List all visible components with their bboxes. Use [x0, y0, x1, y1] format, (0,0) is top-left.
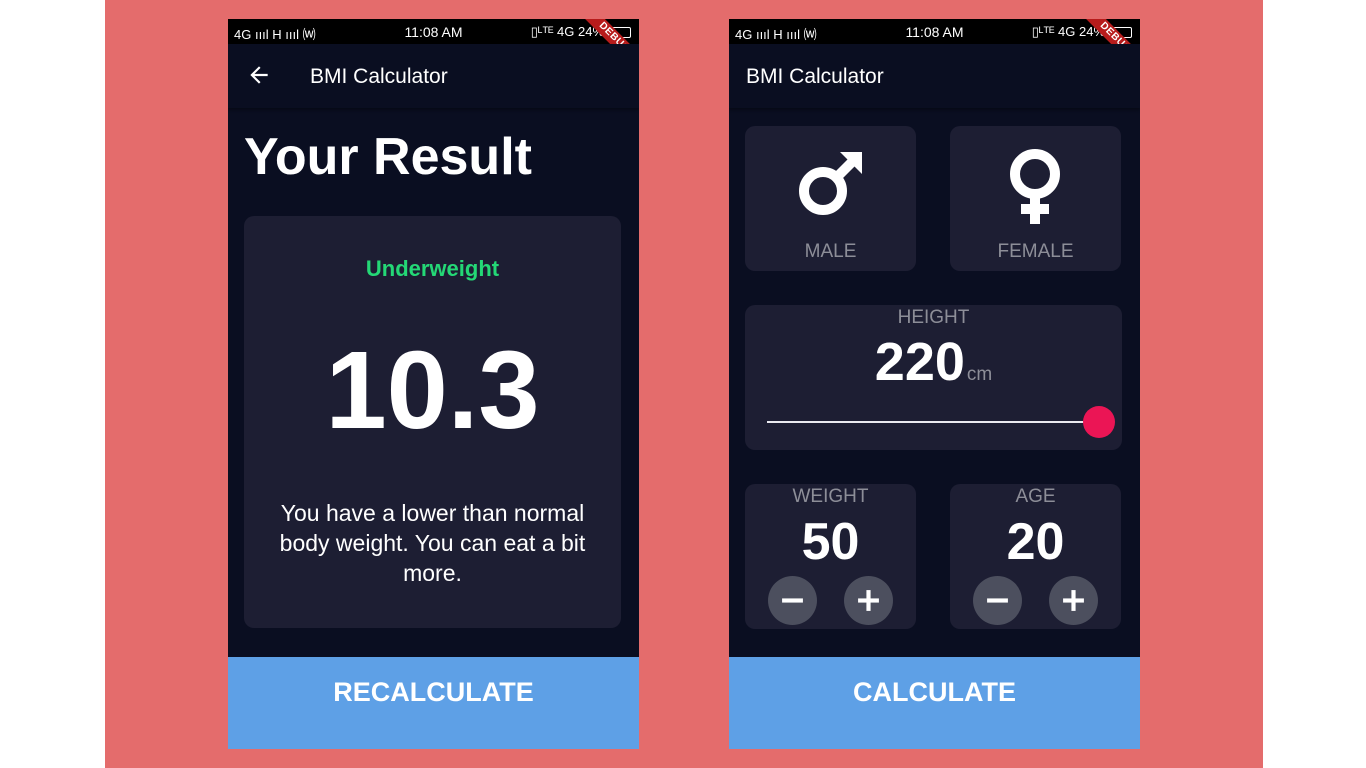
- recalculate-button[interactable]: RECALCULATE: [228, 657, 639, 749]
- age-label: AGE: [1015, 486, 1056, 507]
- weight-label: WEIGHT: [792, 486, 869, 507]
- app-title: BMI Calculator: [746, 65, 884, 88]
- bmi-value: 10.3: [325, 329, 540, 452]
- height-unit: cm: [966, 364, 993, 385]
- minus-icon: [782, 598, 803, 603]
- bmi-interpretation: You have a lower than normal body weight…: [279, 500, 586, 586]
- height-card: HEIGHT 220 cm: [745, 305, 1122, 450]
- height-slider-thumb[interactable]: [1083, 406, 1115, 438]
- result-screen: 4G ıııl H ıııl ⒲ 11:08 AM ▯ᴸᵀᴱ 4G 24% DE…: [228, 19, 639, 749]
- weight-value: 50: [801, 513, 860, 571]
- female-label: FEMALE: [997, 241, 1074, 262]
- weight-card: WEIGHT 50: [745, 484, 916, 629]
- age-card: AGE 20: [950, 484, 1121, 629]
- calculate-button[interactable]: CALCULATE: [729, 657, 1140, 749]
- minus-icon: [987, 598, 1008, 603]
- age-minus-button[interactable]: [973, 576, 1022, 625]
- weight-plus-button[interactable]: [844, 576, 893, 625]
- back-arrow-icon[interactable]: [246, 62, 272, 88]
- female-symbol-icon: [1010, 149, 1060, 224]
- female-card[interactable]: FEMALE: [950, 126, 1121, 271]
- result-heading: Your Result: [244, 128, 532, 186]
- height-value: 220: [874, 332, 965, 392]
- height-readout: 220 cm: [745, 331, 1122, 393]
- app-bar: BMI Calculator: [228, 44, 639, 108]
- app-bar: BMI Calculator: [729, 44, 1140, 108]
- bmi-status: Underweight: [365, 256, 500, 281]
- app-title: BMI Calculator: [310, 65, 448, 88]
- status-bar: 4G ıııl H ıııl ⒲ 11:08 AM ▯ᴸᵀᴱ 4G 24%: [228, 19, 639, 44]
- plus-icon: [1063, 590, 1084, 611]
- height-label: HEIGHT: [897, 307, 970, 328]
- male-card[interactable]: MALE: [745, 126, 916, 271]
- result-card: Underweight 10.3 You have a lower than n…: [244, 216, 621, 628]
- male-symbol-icon: [799, 152, 862, 215]
- weight-minus-button[interactable]: [768, 576, 817, 625]
- age-plus-button[interactable]: [1049, 576, 1098, 625]
- male-label: MALE: [804, 241, 857, 262]
- status-bar: 4G ıııl H ıııl ⒲ 11:08 AM ▯ᴸᵀᴱ 4G 24%: [729, 19, 1140, 44]
- input-screen: 4G ıııl H ıııl ⒲ 11:08 AM ▯ᴸᵀᴱ 4G 24% DE…: [729, 19, 1140, 749]
- plus-icon: [858, 590, 879, 611]
- height-slider-track[interactable]: [767, 421, 1102, 423]
- age-value: 20: [1006, 513, 1065, 571]
